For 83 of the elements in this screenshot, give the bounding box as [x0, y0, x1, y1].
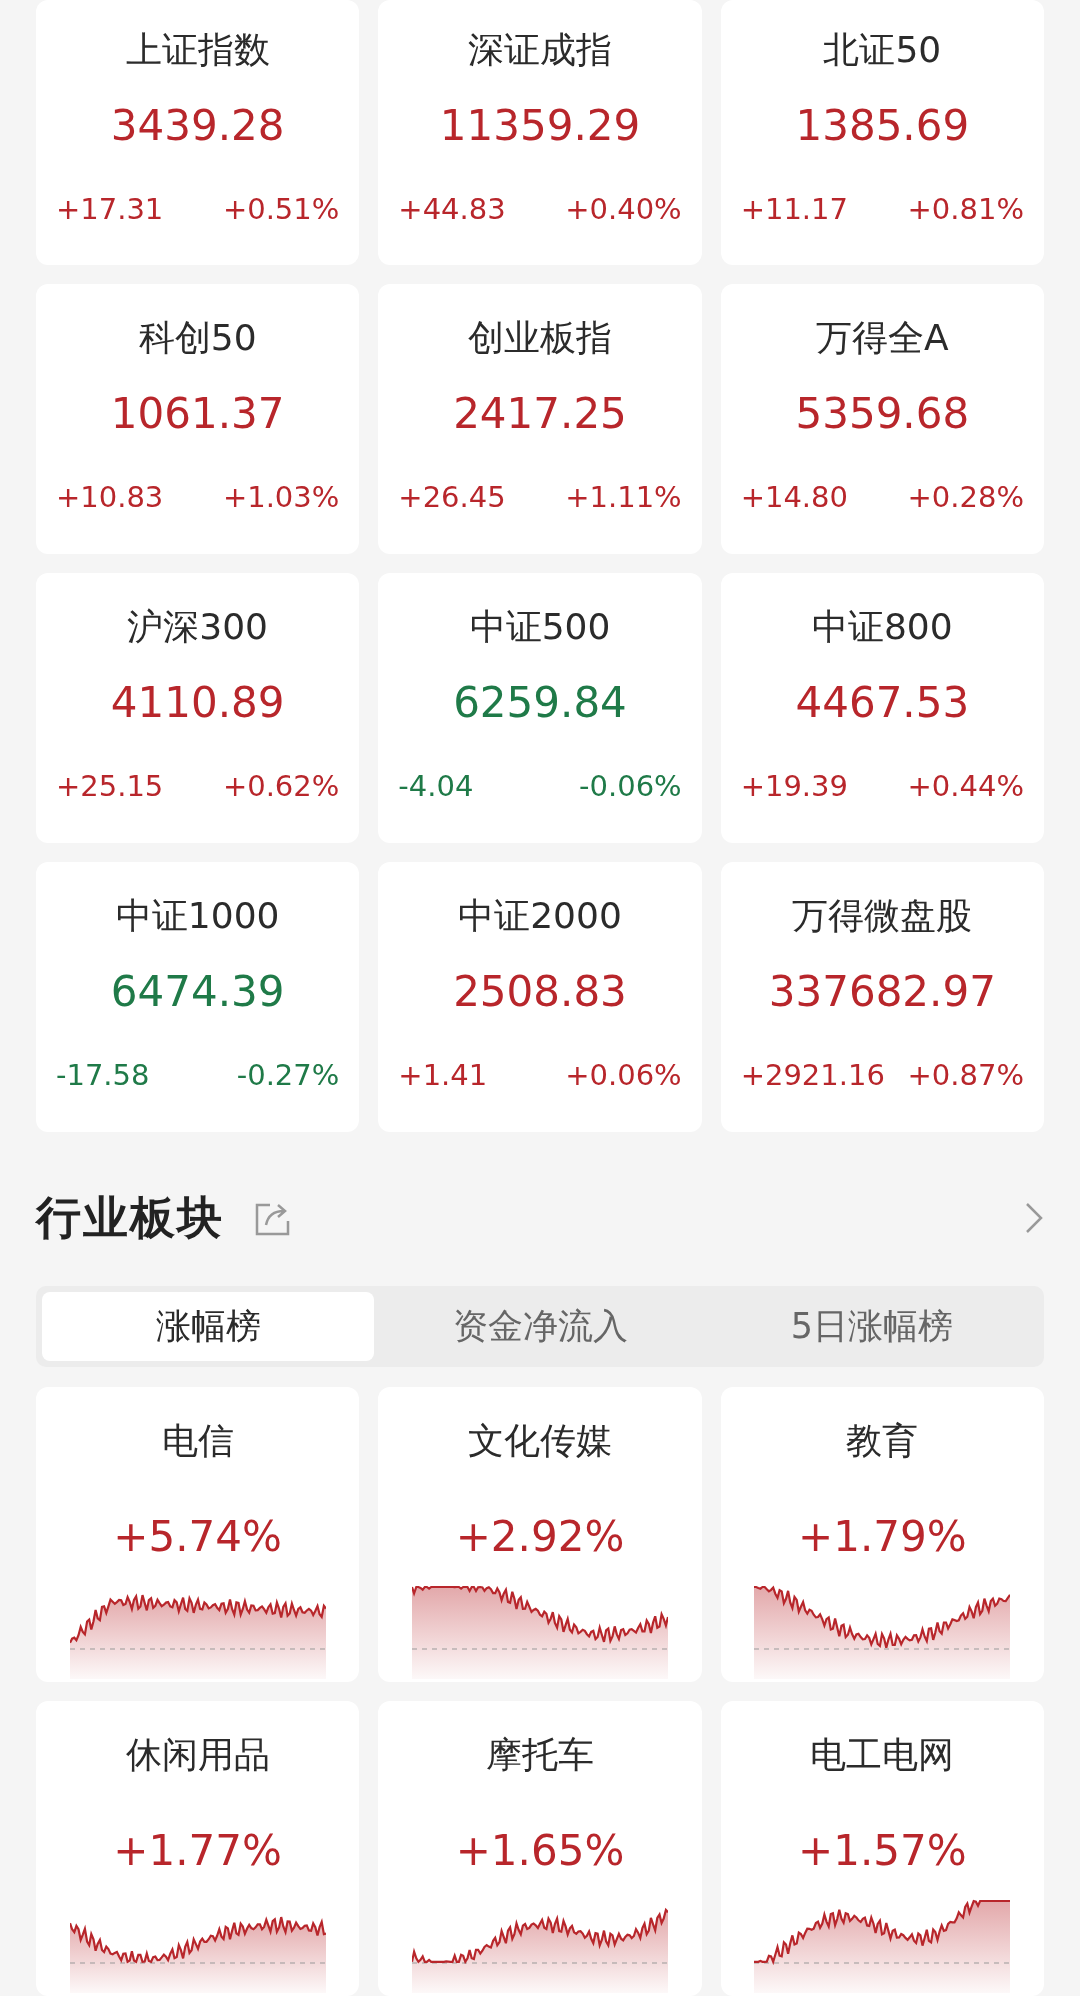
index-name: 中证500 — [469, 605, 611, 649]
index-value: 5359.68 — [795, 389, 970, 440]
index-name: 上证指数 — [125, 28, 270, 72]
sector-percent: +1.57% — [798, 1826, 967, 1877]
tab[interactable]: 资金净流入 — [374, 1292, 706, 1361]
sector-name: 休闲用品 — [125, 1733, 270, 1777]
index-value: 6474.39 — [110, 967, 285, 1018]
change-percent: +0.51% — [222, 191, 340, 226]
index-name: 万得微盘股 — [792, 894, 973, 938]
sector-name: 电信 — [161, 1419, 234, 1463]
sector-card[interactable]: 摩托车 +1.65% — [378, 1701, 702, 1996]
tab[interactable]: 涨幅榜 — [42, 1292, 374, 1361]
index-value: 3439.28 — [110, 101, 285, 152]
sector-card[interactable]: 电信 +5.74% — [36, 1387, 360, 1682]
change-percent: +0.44% — [907, 768, 1024, 803]
index-value: 1385.69 — [795, 101, 970, 152]
change-percent: +0.40% — [565, 191, 682, 226]
sector-percent: +1.77% — [113, 1826, 282, 1877]
index-name: 创业板指 — [468, 316, 612, 360]
sector-percent: +2.92% — [455, 1512, 625, 1563]
sector-name: 摩托车 — [486, 1733, 594, 1777]
change-percent: +0.87% — [907, 1057, 1024, 1092]
sector-percent: +1.65% — [455, 1826, 625, 1877]
change-value: +1.41 — [398, 1057, 488, 1092]
tab[interactable]: 5日涨幅榜 — [706, 1292, 1038, 1361]
change-value: -4.04 — [398, 768, 474, 803]
change-value: +10.83 — [56, 479, 164, 514]
index-card[interactable]: 中证500 6259.84 -4.04 -0.06% — [378, 573, 702, 843]
change-value: +2921.16 — [740, 1057, 885, 1092]
index-card[interactable]: 中证1000 6474.39 -17.58 -0.27% — [36, 862, 360, 1132]
change-percent: -0.06% — [579, 768, 682, 803]
index-card[interactable]: 创业板指 2417.25 +26.45 +1.11% — [378, 284, 702, 554]
change-value: +25.15 — [56, 768, 164, 803]
change-value: +19.39 — [740, 768, 848, 803]
index-value: 6259.84 — [453, 678, 627, 729]
index-card[interactable]: 沪深300 4110.89 +25.15 +0.62% — [36, 573, 360, 843]
index-value: 11359.29 — [439, 101, 641, 152]
index-value: 2508.83 — [453, 967, 627, 1018]
index-name: 中证800 — [811, 605, 953, 649]
sector-name: 文化传媒 — [468, 1419, 612, 1463]
index-name: 科创50 — [138, 316, 257, 360]
change-percent: +0.28% — [907, 479, 1024, 514]
change-percent: +0.62% — [222, 768, 340, 803]
change-percent: -0.27% — [236, 1057, 340, 1092]
index-name: 中证2000 — [458, 894, 622, 938]
index-card[interactable]: 北证50 1385.69 +11.17 +0.81% — [720, 0, 1044, 265]
sector-percent: +1.79% — [798, 1512, 967, 1563]
index-name: 沪深300 — [127, 605, 268, 649]
index-name: 中证1000 — [115, 894, 280, 938]
section-title: 行业板块 — [36, 1190, 224, 1246]
change-percent: +1.11% — [565, 479, 682, 514]
index-card[interactable]: 上证指数 3439.28 +17.31 +0.51% — [36, 0, 360, 265]
index-value: 1061.37 — [110, 389, 285, 440]
index-card[interactable]: 中证800 4467.53 +19.39 +0.44% — [720, 573, 1044, 843]
index-value: 337682.97 — [768, 967, 996, 1018]
index-value: 4467.53 — [795, 678, 970, 729]
sector-card[interactable]: 教育 +1.79% — [720, 1387, 1044, 1682]
change-percent: +1.03% — [222, 479, 340, 514]
change-percent: +0.06% — [565, 1057, 682, 1092]
sector-percent: +5.74% — [113, 1512, 282, 1563]
index-card[interactable]: 深证成指 11359.29 +44.83 +0.40% — [378, 0, 702, 265]
change-percent: +0.81% — [907, 191, 1024, 226]
change-value: +11.17 — [740, 191, 848, 226]
index-name: 深证成指 — [468, 28, 612, 72]
sector-card[interactable]: 休闲用品 +1.77% — [36, 1701, 360, 1996]
sector-card[interactable]: 文化传媒 +2.92% — [378, 1387, 702, 1682]
index-value: 2417.25 — [453, 389, 627, 440]
index-name: 万得全A — [816, 316, 949, 360]
chevron-right-icon[interactable] — [1024, 1201, 1044, 1235]
index-name: 北证50 — [823, 28, 942, 72]
index-value: 4110.89 — [110, 678, 285, 729]
change-value: +44.83 — [398, 191, 506, 226]
sector-name: 电工电网 — [810, 1733, 955, 1777]
index-card[interactable]: 万得全A 5359.68 +14.80 +0.28% — [720, 284, 1044, 554]
index-card[interactable]: 科创50 1061.37 +10.83 +1.03% — [36, 284, 360, 554]
change-value: +14.80 — [740, 479, 848, 514]
sector-card[interactable]: 电工电网 +1.57% — [720, 1701, 1044, 1996]
change-value: +17.31 — [56, 191, 164, 226]
index-card[interactable]: 中证2000 2508.83 +1.41 +0.06% — [378, 862, 702, 1132]
index-card[interactable]: 万得微盘股 337682.97 +2921.16 +0.87% — [720, 862, 1044, 1132]
sector-name: 教育 — [846, 1419, 919, 1463]
change-value: +26.45 — [398, 479, 506, 514]
change-value: -17.58 — [56, 1057, 150, 1092]
